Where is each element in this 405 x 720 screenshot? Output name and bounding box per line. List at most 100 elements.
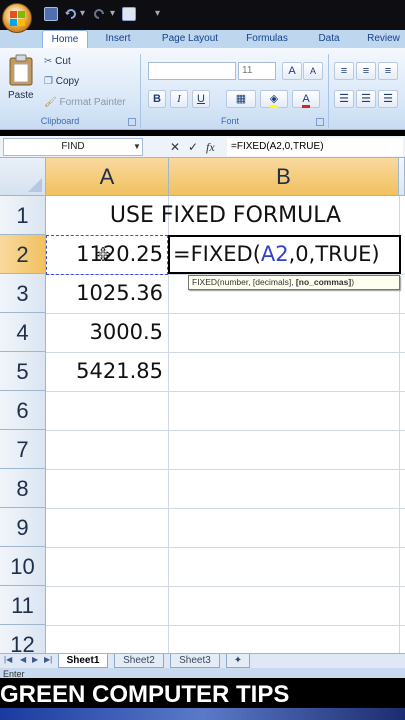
fill-color-icon: ◈ bbox=[269, 93, 279, 108]
paste-label: Paste bbox=[8, 90, 34, 101]
align-left-button[interactable]: ☰ bbox=[334, 90, 354, 108]
paste-button[interactable]: Paste bbox=[4, 52, 38, 112]
column-header-c[interactable] bbox=[399, 158, 405, 196]
sheet-tab-2[interactable]: Sheet2 bbox=[114, 654, 164, 668]
gridline bbox=[46, 586, 405, 587]
format-painter-button[interactable]: 🖌 Format Painter bbox=[44, 97, 126, 108]
formula-reference: A2 bbox=[260, 242, 289, 266]
name-box-dropdown-icon[interactable]: ▼ bbox=[133, 142, 141, 151]
insert-function-button[interactable]: fx bbox=[206, 139, 215, 155]
name-box[interactable]: FIND bbox=[3, 138, 143, 156]
undo-icon[interactable] bbox=[64, 7, 78, 21]
align-middle-button[interactable]: ≡ bbox=[356, 62, 376, 80]
font-launcher-icon[interactable] bbox=[316, 118, 324, 126]
gridline bbox=[46, 625, 405, 626]
prev-sheet-icon[interactable]: ◀ bbox=[20, 655, 26, 664]
row-header-5[interactable]: 5 bbox=[0, 352, 46, 391]
align-center-button[interactable]: ☰ bbox=[356, 90, 376, 108]
copy-icon: ❐ bbox=[44, 76, 53, 87]
gridline bbox=[46, 430, 405, 431]
row-header-11[interactable]: 11 bbox=[0, 586, 46, 625]
clipboard-launcher-icon[interactable] bbox=[128, 118, 136, 126]
formula-suffix: ,0,TRUE) bbox=[288, 242, 380, 266]
formula-input[interactable]: =FIXED(A2,0,TRUE) bbox=[227, 138, 403, 156]
tab-review[interactable]: Review bbox=[362, 30, 405, 48]
tab-page-layout[interactable]: Page Layout bbox=[154, 30, 226, 48]
font-color-button[interactable]: A bbox=[292, 90, 320, 108]
row-header-7[interactable]: 7 bbox=[0, 430, 46, 469]
group-divider bbox=[328, 54, 329, 128]
cancel-formula-icon[interactable]: ✕ bbox=[170, 139, 180, 155]
cut-button[interactable]: ✂ Cut bbox=[44, 56, 71, 67]
cell-a3[interactable]: 1025.36 bbox=[46, 274, 168, 313]
row-header-9[interactable]: 9 bbox=[0, 508, 46, 547]
row-header-2[interactable]: 2 bbox=[0, 235, 46, 274]
quick-access-toolbar: ▾ ▾ ▾ bbox=[0, 0, 405, 33]
redo-dropdown-icon[interactable]: ▾ bbox=[110, 8, 115, 19]
row-header-12[interactable]: 12 bbox=[0, 625, 46, 653]
column-header-a[interactable]: A bbox=[46, 158, 169, 196]
row-header-10[interactable]: 10 bbox=[0, 547, 46, 586]
format-painter-label: Format Painter bbox=[59, 97, 126, 108]
sheet-tab-1[interactable]: Sheet1 bbox=[58, 654, 108, 668]
insert-sheet-icon[interactable]: ✦ bbox=[226, 654, 250, 668]
underline-button[interactable]: U bbox=[192, 90, 210, 108]
bold-button[interactable]: B bbox=[148, 90, 166, 108]
font-group-label: Font bbox=[220, 116, 239, 126]
italic-button[interactable]: I bbox=[170, 90, 188, 108]
tab-data[interactable]: Data bbox=[312, 30, 346, 48]
cell-a1-title[interactable]: USE FIXED FORMULA bbox=[46, 196, 405, 235]
group-divider bbox=[140, 54, 141, 128]
ribbon: Paste ✂ Cut ❐ Copy 🖌 Format Painter Clip… bbox=[0, 48, 405, 130]
first-sheet-icon[interactable]: |◀ bbox=[4, 655, 12, 664]
enter-formula-icon[interactable]: ✓ bbox=[188, 139, 198, 155]
ribbon-tabs: Home Insert Page Layout Formulas Data Re… bbox=[0, 30, 405, 48]
shrink-font-button[interactable]: A bbox=[303, 62, 323, 80]
gridline bbox=[46, 391, 405, 392]
tab-home[interactable]: Home bbox=[42, 30, 88, 48]
font-name-box[interactable] bbox=[148, 62, 236, 80]
row-header-6[interactable]: 6 bbox=[0, 391, 46, 430]
font-size-box[interactable]: 11 bbox=[238, 62, 276, 80]
last-sheet-icon[interactable]: ▶| bbox=[44, 655, 52, 664]
undo-dropdown-icon[interactable]: ▾ bbox=[80, 8, 85, 19]
function-tooltip: FIXED(number, [decimals], [no_commas]) bbox=[188, 275, 400, 290]
row-header-3[interactable]: 3 bbox=[0, 274, 46, 313]
video-caption: GREEN COMPUTER TIPS bbox=[0, 681, 290, 708]
row-header-1[interactable]: 1 bbox=[0, 196, 46, 235]
column-header-b[interactable]: B bbox=[169, 158, 399, 196]
align-top-button[interactable]: ≡ bbox=[334, 62, 354, 80]
copy-button[interactable]: ❐ Copy bbox=[44, 76, 79, 87]
sheet-tab-bar: |◀ ◀ ▶ ▶| Sheet1 Sheet2 Sheet3 ✦ bbox=[0, 653, 405, 668]
tooltip-end: ) bbox=[351, 277, 355, 287]
customize-toolbar-icon[interactable]: ▾ bbox=[155, 8, 160, 19]
align-right-button[interactable]: ☰ bbox=[378, 90, 398, 108]
grow-font-button[interactable]: A bbox=[282, 62, 302, 80]
taskbar-strip bbox=[0, 708, 405, 720]
next-sheet-icon[interactable]: ▶ bbox=[32, 655, 38, 664]
tooltip-signature: FIXED(number, [decimals], bbox=[192, 277, 296, 287]
sheet-tab-3[interactable]: Sheet3 bbox=[170, 654, 220, 668]
tab-insert[interactable]: Insert bbox=[96, 30, 140, 48]
print-preview-icon[interactable] bbox=[122, 7, 136, 21]
cell-a4[interactable]: 3000.5 bbox=[46, 313, 168, 352]
row-header-8[interactable]: 8 bbox=[0, 469, 46, 508]
redo-icon[interactable] bbox=[92, 7, 106, 21]
office-button[interactable] bbox=[2, 3, 32, 33]
worksheet-grid[interactable]: A B 1 2 3 4 5 6 7 8 9 10 11 12 USE FIXED… bbox=[0, 158, 405, 653]
save-icon[interactable] bbox=[44, 7, 58, 21]
formula-bar: FIND ▼ ✕ ✓ fx =FIXED(A2,0,TRUE) bbox=[0, 136, 405, 158]
borders-button[interactable]: ▦ bbox=[226, 90, 256, 108]
gridline bbox=[46, 469, 405, 470]
gridline bbox=[46, 547, 405, 548]
font-color-icon: A bbox=[302, 93, 310, 108]
tab-formulas[interactable]: Formulas bbox=[238, 30, 296, 48]
video-caption-bar: GREEN COMPUTER TIPS bbox=[0, 678, 405, 708]
cell-b2-editor[interactable]: =FIXED(A2,0,TRUE) bbox=[168, 235, 401, 274]
fill-color-button[interactable]: ◈ bbox=[260, 90, 288, 108]
cell-a5[interactable]: 5421.85 bbox=[46, 352, 168, 391]
select-all-button[interactable] bbox=[0, 158, 46, 196]
row-header-4[interactable]: 4 bbox=[0, 313, 46, 352]
align-bottom-button[interactable]: ≡ bbox=[378, 62, 398, 80]
clipboard-group-label: Clipboard bbox=[40, 116, 80, 126]
